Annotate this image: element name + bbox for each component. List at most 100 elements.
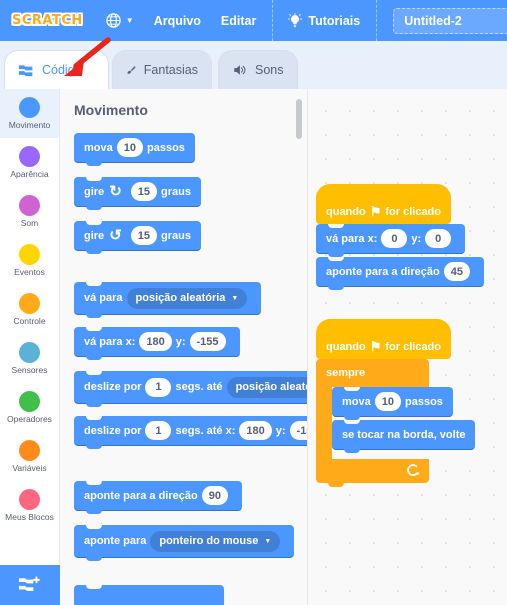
tab-fantasias[interactable]: Fantasias xyxy=(112,50,212,89)
sidebar-item-label: Variáveis xyxy=(12,463,47,473)
project-title-input[interactable]: Untitled-2 xyxy=(393,7,507,34)
block-text: graus xyxy=(161,229,191,242)
palette-block-aponte-direcao[interactable]: aponte para a direção 90 xyxy=(74,481,242,514)
paintbrush-icon xyxy=(127,65,136,74)
add-extension-button[interactable] xyxy=(0,565,60,605)
block-input-x[interactable]: 180 xyxy=(139,332,172,351)
palette-block-partial[interactable] xyxy=(74,585,224,605)
block-input-y[interactable]: 0 xyxy=(425,229,452,248)
script-a-va-para-xy[interactable]: vá para x: 0 y: 0 xyxy=(316,224,466,257)
block-input-secs[interactable]: 1 xyxy=(145,421,172,440)
menu-tutorials[interactable]: Tutoriais xyxy=(287,12,360,29)
sidebar-item-label: Som xyxy=(20,218,39,228)
sidebar-item-label: Meus Blocos xyxy=(5,512,54,522)
palette-block-va-para[interactable]: vá para posição aleatória ▼ xyxy=(74,282,262,318)
menu-edit[interactable]: Editar xyxy=(221,14,256,28)
tab-codigo[interactable]: Código xyxy=(4,50,109,89)
sidebar-item-operadores[interactable]: Operadores xyxy=(0,383,59,432)
block-text: y: xyxy=(175,335,186,348)
block-input-direction[interactable]: 90 xyxy=(201,486,228,505)
script-b-hat-quando-bandeira[interactable]: quando ⚑ for clicado xyxy=(316,319,451,363)
category-color-dot xyxy=(19,97,40,118)
block-text: deslize por xyxy=(84,424,142,437)
palette-block-aponte-para[interactable]: aponte para ponteiro do mouse ▼ xyxy=(74,525,295,561)
block-text: y: xyxy=(275,424,286,437)
chevron-down-icon: ▼ xyxy=(264,537,272,545)
sidebar-item-meus-blocos[interactable]: Meus Blocos xyxy=(0,481,59,530)
menu-file[interactable]: Arquivo xyxy=(154,14,201,28)
palette-block-mova[interactable]: mova 10 passos xyxy=(74,133,195,166)
block-input-degrees[interactable]: 15 xyxy=(130,182,158,201)
block-input-x[interactable]: 0 xyxy=(381,229,408,248)
block-input-x[interactable]: 180 xyxy=(239,421,272,440)
block-text: mova xyxy=(342,395,371,408)
block-text: segs. até x: xyxy=(175,424,236,437)
block-text: quando xyxy=(326,206,366,218)
tab-bar: Código Fantasias Sons xyxy=(0,41,507,89)
block-text: graus xyxy=(161,185,191,198)
scratch-editor: SCRATCH ▼ Arquivo Editar Tutoriais Untit… xyxy=(0,0,507,605)
block-input-degrees[interactable]: 15 xyxy=(130,226,158,245)
block-input-y[interactable]: -155 xyxy=(189,332,226,351)
chevron-down-icon: ▼ xyxy=(125,16,134,25)
project-title-text: Untitled-2 xyxy=(404,13,462,28)
block-dropdown-target[interactable]: posição aleatória ▼ xyxy=(226,376,307,398)
block-text: se tocar na borda, volte xyxy=(342,428,466,441)
dropdown-value: posição aleatória xyxy=(135,292,226,304)
script-workspace[interactable]: quando ⚑ for clicado vá para x: 0 y: 0 a… xyxy=(308,89,507,605)
sidebar-item-controle[interactable]: Controle xyxy=(0,285,59,334)
block-palette[interactable]: Movimento mova 10 passos gire ↻ 15 graus xyxy=(60,89,308,605)
block-text: gire xyxy=(84,229,105,242)
block-input-steps[interactable]: 10 xyxy=(374,392,401,411)
palette-block-deslize-xy[interactable]: deslize por 1 segs. até x: 180 y: -155 xyxy=(74,416,307,449)
tab-sons[interactable]: Sons xyxy=(218,50,298,89)
block-dropdown-target[interactable]: posição aleatória ▼ xyxy=(126,287,248,309)
sidebar-item-eventos[interactable]: Eventos xyxy=(0,236,59,285)
block-input-steps[interactable]: 10 xyxy=(116,138,143,157)
palette-block-gire-antihorario[interactable]: gire ↺ 15 graus xyxy=(74,221,201,254)
block-text: quando xyxy=(326,341,366,353)
sidebar-item-sensores[interactable]: Sensores xyxy=(0,334,59,383)
loop-arrow-icon xyxy=(407,464,420,476)
block-text: passos xyxy=(405,395,443,408)
tab-codigo-label: Código xyxy=(42,63,82,77)
script-b-se-tocar-na-borda[interactable]: se tocar na borda, volte xyxy=(332,420,476,453)
language-menu[interactable]: ▼ xyxy=(105,12,134,29)
sidebar-item-variaveis[interactable]: Variáveis xyxy=(0,432,59,481)
scratch-logo-text: SCRATCH xyxy=(12,12,83,29)
block-text: vá para xyxy=(84,292,123,304)
script-a-aponte-direcao[interactable]: aponte para a direção 45 xyxy=(316,257,484,290)
block-text: passos xyxy=(147,141,185,154)
script-b-mova[interactable]: mova 10 passos xyxy=(332,387,453,420)
palette-block-gire-horario[interactable]: gire ↻ 15 graus xyxy=(74,177,201,210)
script-b-sempre-header[interactable]: sempre xyxy=(316,359,429,387)
sidebar-item-aparencia[interactable]: Aparência xyxy=(0,138,59,187)
category-color-dot xyxy=(19,391,40,412)
palette-section-title: Movimento xyxy=(74,102,148,118)
block-dropdown-target[interactable]: ponteiro do mouse ▼ xyxy=(150,530,281,552)
palette-block-deslize-posicao[interactable]: deslize por 1 segs. até posição aleatóri… xyxy=(74,371,307,407)
script-b-sempre-footer[interactable] xyxy=(316,459,429,487)
palette-scrollbar[interactable] xyxy=(296,99,302,139)
category-sidebar: Movimento Aparência Som Eventos Controle… xyxy=(0,89,60,605)
script-a-hat-quando-bandeira[interactable]: quando ⚑ for clicado xyxy=(316,184,451,228)
sidebar-item-movimento[interactable]: Movimento xyxy=(0,89,59,138)
rotate-counterclockwise-icon: ↺ xyxy=(109,227,122,244)
category-color-dot xyxy=(19,195,40,216)
sidebar-item-label: Movimento xyxy=(8,120,51,130)
menu-bar: SCRATCH ▼ Arquivo Editar Tutoriais Untit… xyxy=(0,0,507,41)
dropdown-value: posição aleatória xyxy=(235,381,307,393)
dropdown-value: ponteiro do mouse xyxy=(159,535,259,547)
block-text: y: xyxy=(411,232,422,245)
block-text: deslize por xyxy=(84,381,142,393)
block-input-secs[interactable]: 1 xyxy=(145,377,172,397)
tab-sons-label: Sons xyxy=(255,63,284,77)
sidebar-item-som[interactable]: Som xyxy=(0,187,59,236)
palette-block-va-para-xy[interactable]: vá para x: 180 y: -155 xyxy=(74,327,240,360)
block-input-direction[interactable]: 45 xyxy=(443,262,470,281)
block-input-y[interactable]: -155 xyxy=(289,421,307,440)
category-color-dot xyxy=(19,244,40,265)
scratch-logo[interactable]: SCRATCH xyxy=(12,12,83,29)
menu-divider-2 xyxy=(376,0,378,41)
tab-fantasias-label: Fantasias xyxy=(143,63,198,77)
